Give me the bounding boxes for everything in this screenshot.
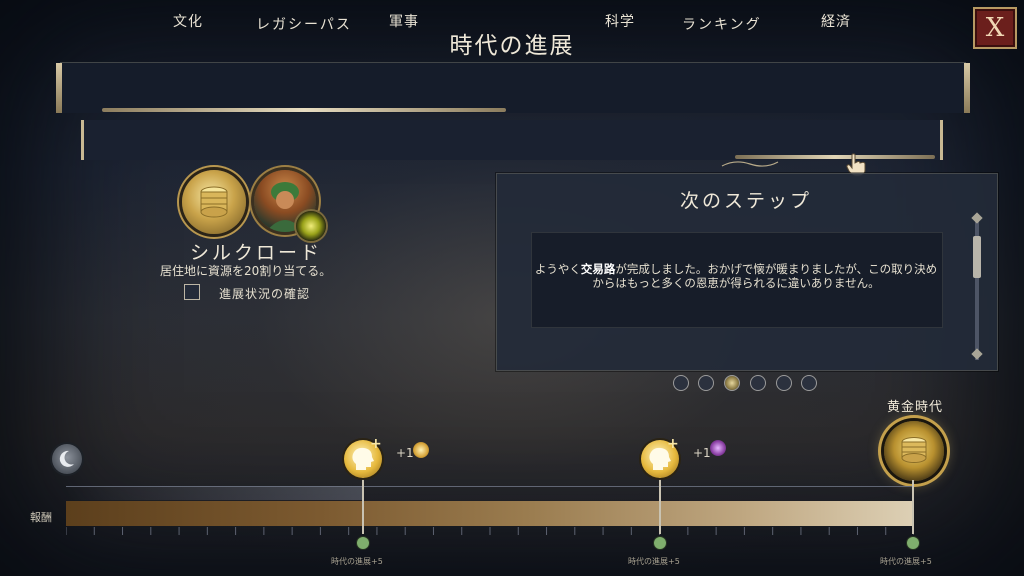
page-dot-6[interactable] bbox=[801, 375, 817, 391]
milestone-1-check-icon bbox=[357, 537, 369, 549]
page-dot-1[interactable] bbox=[673, 375, 689, 391]
milestone-2-reward-icon bbox=[710, 440, 726, 456]
tab-legacy-path[interactable]: レガシーパス bbox=[256, 14, 352, 34]
resource-badge-icon bbox=[296, 211, 326, 241]
milestone-3-footnote: 時代の進展+5 bbox=[880, 557, 932, 566]
reward-label: 報酬 bbox=[30, 511, 52, 524]
milestone-1-reward: +1 bbox=[396, 446, 414, 460]
quest-name: シルクロード bbox=[190, 242, 323, 264]
scrollbar-thumb[interactable] bbox=[973, 236, 981, 278]
milestone-3-check-icon bbox=[907, 537, 919, 549]
page-dot-5[interactable] bbox=[776, 375, 792, 391]
progress-check-label: 進展状況の確認 bbox=[219, 287, 311, 301]
close-icon: X bbox=[985, 13, 1005, 43]
page-dot-2[interactable] bbox=[698, 375, 714, 391]
main-tab-bar bbox=[56, 62, 970, 113]
progress-check-checkbox[interactable] bbox=[184, 284, 200, 300]
golden-age-label: 黄金時代 bbox=[887, 400, 944, 415]
quest-description: 居住地に資源を20割り当てる。 bbox=[160, 264, 332, 278]
timeline-progress bbox=[66, 486, 364, 500]
page-dot-3[interactable] bbox=[724, 375, 740, 391]
milestone-line-3 bbox=[912, 480, 914, 534]
page-dot-4[interactable] bbox=[750, 375, 766, 391]
milestone-1-footnote: 時代の進展+5 bbox=[331, 557, 383, 566]
milestone-1-plus-icon: + bbox=[370, 436, 382, 452]
tab-ranking[interactable]: ランキング bbox=[682, 14, 762, 34]
next-step-text: ようやく交易路が完成しました。おかげで懐が暖まりましたが、この取り決めからはもっ… bbox=[534, 262, 938, 290]
next-step-title: 次のステップ bbox=[679, 190, 812, 212]
milestone-2-footnote: 時代の進展+5 bbox=[628, 557, 680, 566]
page-title: 時代の進展 bbox=[449, 33, 575, 59]
tab-culture[interactable]: 文化 bbox=[173, 11, 203, 31]
tab-science[interactable]: 科学 bbox=[605, 11, 635, 31]
coin-stack-icon bbox=[901, 437, 927, 463]
close-button[interactable]: X bbox=[973, 7, 1017, 49]
ornament-icon bbox=[721, 161, 779, 167]
reward-bar-ticks bbox=[66, 527, 914, 535]
moon-start-icon bbox=[52, 444, 82, 474]
milestone-2-reward: +1 bbox=[693, 446, 711, 460]
coin-stack-icon bbox=[200, 186, 228, 218]
main-tab-selected-indicator bbox=[102, 108, 506, 112]
tab-military[interactable]: 軍事 bbox=[389, 11, 419, 31]
milestone-2-check-icon bbox=[654, 537, 666, 549]
reward-bar bbox=[66, 501, 914, 526]
milestone-1-reward-icon bbox=[413, 442, 429, 458]
sub-tab-bar bbox=[81, 120, 943, 160]
milestone-2-plus-icon: + bbox=[667, 436, 679, 452]
tab-economy[interactable]: 経済 bbox=[821, 11, 851, 31]
